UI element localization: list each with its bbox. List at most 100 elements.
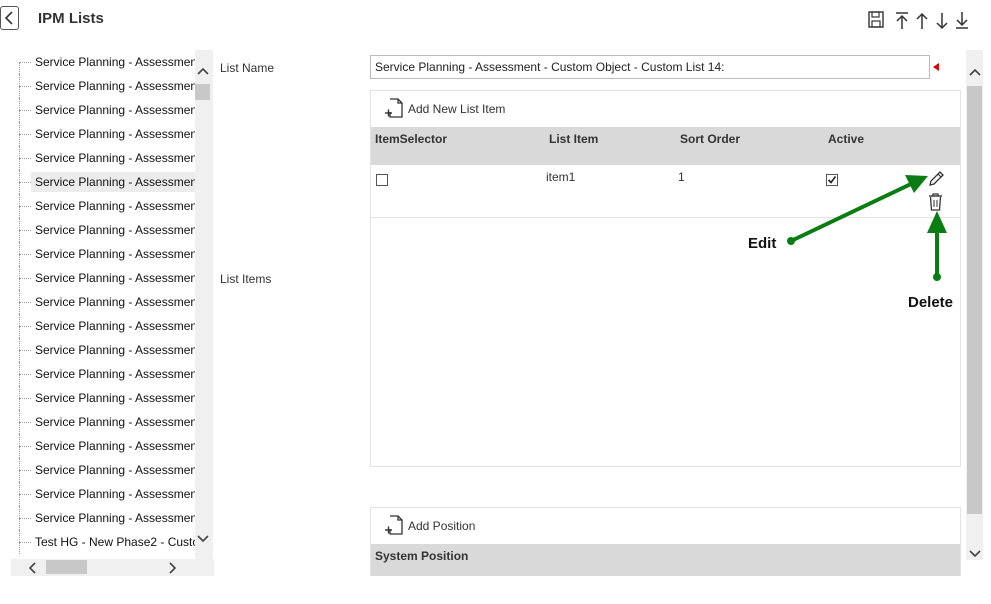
main-vertical-scroll-thumb[interactable] (967, 86, 982, 514)
move-top-icon[interactable] (893, 10, 911, 30)
tree-item-label: Service Planning - Assessment - Custom O… (35, 151, 196, 165)
tree-item[interactable]: Service Planning - Assessment - Custom O… (11, 458, 196, 482)
save-icon[interactable] (867, 10, 885, 30)
tree-connector (19, 446, 31, 447)
list-name-input[interactable]: Service Planning - Assessment - Custom O… (370, 55, 930, 79)
tree-item[interactable]: Service Planning - Assessment - Custom O… (11, 218, 196, 242)
tree-item[interactable]: Service Planning - Assessment - Custom O… (11, 74, 196, 98)
tree-item-label: Service Planning - Assessment - Custom O… (35, 439, 196, 453)
tree-item-label: Service Planning - Assessment - Custom O… (35, 319, 196, 333)
tree-item-label: Service Planning - Assessment - Custom O… (35, 343, 196, 357)
tree-horizontal-scroll-thumb[interactable] (46, 560, 87, 574)
main-scroll-down-icon[interactable] (968, 548, 982, 562)
active-checkbox[interactable] (826, 174, 838, 186)
tree-item-label: Service Planning - Assessment - Custom O… (35, 415, 196, 429)
tree-connector (19, 158, 31, 159)
tree-connector (19, 110, 31, 111)
edit-annotation: Edit (748, 235, 777, 252)
tree-item[interactable]: Service Planning - Assessment - Custom O… (11, 314, 196, 338)
tree-item-label: Service Planning - Assessment - Custom O… (35, 295, 196, 309)
main-scroll-up-icon[interactable] (968, 66, 982, 80)
tree-connector (19, 182, 31, 183)
required-indicator (933, 63, 939, 71)
tree-item[interactable]: Service Planning - Assessment - Custom O… (11, 290, 196, 314)
tree-item[interactable]: Service Planning - Assessment - Custom O… (11, 122, 196, 146)
tree-connector (19, 134, 31, 135)
tree-item[interactable]: Service Planning - Assessment - Custom O… (11, 170, 196, 194)
tree-connector (19, 398, 31, 399)
tree-connector (19, 254, 31, 255)
scroll-up-icon[interactable] (196, 64, 210, 78)
add-position-label: Add Position (408, 518, 476, 533)
column-header-active[interactable]: Active (828, 132, 864, 146)
tree-item[interactable]: Service Planning - Assessment - Custom O… (11, 338, 196, 362)
add-new-list-item-button[interactable]: Add New List Item (384, 98, 505, 119)
trash-icon[interactable] (927, 192, 944, 212)
tree-item-label: Service Planning - Assessment - Custom O… (35, 199, 196, 213)
tree-item-label: Service Planning - Assessment - Custom O… (35, 55, 196, 69)
tree-connector (19, 350, 31, 351)
tree-item[interactable]: Test HG - New Phase2 - Custom Object (11, 530, 196, 554)
list-tree: Service Planning - Assessment - Custom O… (11, 50, 196, 560)
tree-item-label: Service Planning - Assessment - Custom O… (35, 79, 196, 93)
tree-vertical-scroll-thumb[interactable] (195, 84, 210, 100)
add-document-icon (385, 98, 403, 118)
tree-item-label: Service Planning - Assessment - Custom O… (35, 367, 196, 381)
tree-connector (19, 470, 31, 471)
tree-item[interactable]: Service Planning - Assessment - Custom O… (11, 434, 196, 458)
tree-item-label: Service Planning - Assessment - Custom O… (35, 271, 196, 285)
checkmark-icon (827, 176, 837, 184)
back-button[interactable] (0, 6, 19, 30)
tree-item[interactable]: Service Planning - Assessment - Custom O… (11, 386, 196, 410)
tree-vertical-scrollbar[interactable] (195, 50, 213, 560)
back-chevron-icon (4, 11, 13, 25)
pencil-icon[interactable] (926, 169, 946, 189)
tree-connector (19, 542, 31, 543)
move-up-icon[interactable] (913, 10, 931, 30)
tree-item[interactable]: Service Planning - Assessment - Custom O… (11, 242, 196, 266)
list-items-label: List Items (220, 272, 272, 286)
tree-item-label: Service Planning - Assessment - Custom O… (35, 223, 196, 237)
tree-connector (19, 278, 31, 279)
tree-connector (19, 374, 31, 375)
delete-annotation: Delete (908, 294, 954, 311)
column-header-list-item[interactable]: List Item (549, 132, 598, 146)
list-name-label: List Name (220, 61, 275, 75)
tree-item-label: Service Planning - Assessment - Custom O… (35, 247, 196, 261)
tree-item-label: Service Planning - Assessment - Custom O… (35, 391, 196, 405)
tree-item[interactable]: Service Planning - Assessment - Custom O… (11, 266, 196, 290)
tree-item[interactable]: Service Planning - Assessment - Custom O… (11, 482, 196, 506)
table-row (371, 166, 960, 218)
tree-item-label: Service Planning - Assessment - Custom O… (35, 127, 196, 141)
tree-item[interactable]: Service Planning - Assessment - Custom O… (11, 410, 196, 434)
tree-item-label: Service Planning - Assessment - Custom O… (35, 487, 196, 501)
tree-connector (19, 230, 31, 231)
tree-connector (19, 62, 31, 63)
tree-item[interactable]: Service Planning - Assessment - Custom O… (11, 506, 196, 530)
tree-item[interactable]: Service Planning - Assessment - Custom O… (11, 194, 196, 218)
item-selector-checkbox[interactable] (376, 174, 388, 186)
add-position-button[interactable]: Add Position (384, 515, 475, 536)
page-title: IPM Lists (38, 10, 104, 27)
tree-item[interactable]: Service Planning - Assessment - Custom O… (11, 98, 196, 122)
scroll-down-icon[interactable] (196, 532, 210, 546)
tree-horizontal-scrollbar[interactable] (11, 559, 214, 576)
column-header-sort-order[interactable]: Sort Order (680, 132, 740, 146)
tree-item[interactable]: Service Planning - Assessment - Custom O… (11, 362, 196, 386)
tree-connector (19, 326, 31, 327)
scroll-right-icon[interactable] (168, 561, 178, 578)
tree-item[interactable]: Service Planning - Assessment - Custom O… (11, 50, 196, 74)
tree-connector (19, 302, 31, 303)
move-down-icon[interactable] (933, 10, 951, 30)
column-header-system-position[interactable]: System Position (375, 549, 468, 563)
tree-connector (19, 518, 31, 519)
column-header-itemselector[interactable]: ItemSelector (375, 132, 447, 146)
tree-item[interactable]: Service Planning - Assessment - Custom O… (11, 146, 196, 170)
tree-connector (19, 86, 31, 87)
tree-item-label: Test HG - New Phase2 - Custom Object (35, 535, 196, 549)
tree-connector (19, 494, 31, 495)
sort-order-cell: 1 (678, 170, 685, 184)
scroll-left-icon[interactable] (27, 561, 37, 578)
move-bottom-icon[interactable] (953, 10, 971, 30)
add-new-list-item-label: Add New List Item (408, 101, 506, 116)
